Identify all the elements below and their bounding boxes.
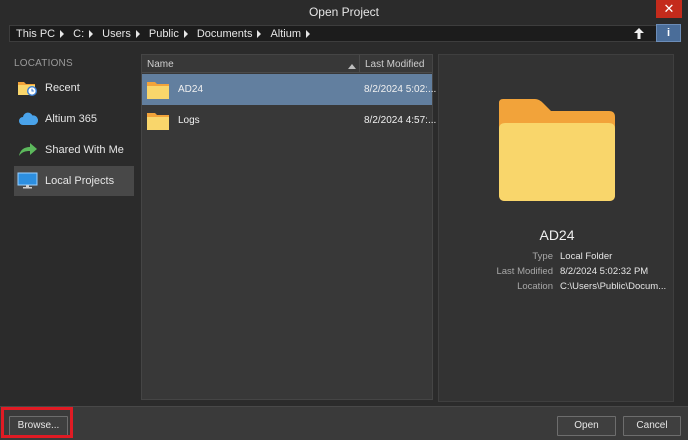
- sort-ascending-icon[interactable]: [348, 61, 356, 69]
- chevron-right-icon[interactable]: [256, 30, 262, 38]
- file-modified: 8/2/2024 5:02:...: [364, 84, 437, 95]
- chevron-right-icon[interactable]: [183, 30, 189, 38]
- title-bar: Open Project ✕: [0, 0, 688, 24]
- info-button[interactable]: i: [656, 24, 681, 42]
- window-title: Open Project: [308, 5, 380, 19]
- sidebar-item-local-projects[interactable]: Local Projects: [14, 166, 134, 196]
- preview-type-value: Local Folder: [560, 251, 613, 262]
- sidebar-item-label: Recent: [45, 82, 80, 94]
- highlight-annotation: [1, 407, 73, 438]
- sidebar-item-label: Local Projects: [45, 175, 115, 187]
- folder-icon: [146, 111, 170, 131]
- folder-preview-icon: [497, 99, 617, 201]
- sidebar-item-label: Shared With Me: [45, 144, 124, 156]
- close-button[interactable]: ✕: [656, 0, 682, 18]
- file-name: Logs: [178, 115, 200, 126]
- preview-location-value: C:\Users\Public\Docum...: [560, 281, 667, 292]
- chevron-right-icon[interactable]: [88, 30, 94, 38]
- locations-sidebar: LOCATIONS Recent Altium 365 Shared With …: [9, 50, 137, 400]
- file-list[interactable]: Name Last Modified AD24 8/2/2024 5:02:..…: [141, 54, 436, 400]
- monitor-icon: [17, 172, 39, 190]
- breadcrumb-item-public[interactable]: Public: [149, 28, 179, 40]
- sidebar-item-altium-365[interactable]: Altium 365: [14, 104, 134, 134]
- breadcrumb-item-users[interactable]: Users: [102, 28, 131, 40]
- arrow-up-icon[interactable]: [630, 26, 648, 41]
- preview-pane: AD24 Type Local Folder Last Modified 8/2…: [438, 54, 674, 402]
- preview-type-row: Type Local Folder: [439, 251, 675, 265]
- file-list-header: Name Last Modified: [142, 55, 432, 73]
- folder-icon: [146, 80, 170, 100]
- column-header-name[interactable]: Name: [147, 59, 174, 70]
- preview-modified-label: Last Modified: [496, 266, 553, 277]
- preview-modified-value: 8/2/2024 5:02:32 PM: [560, 266, 649, 277]
- sidebar-item-label: Altium 365: [45, 113, 97, 125]
- preview-location-label: Location: [517, 281, 553, 292]
- open-button[interactable]: Open: [557, 416, 616, 436]
- column-separator[interactable]: [359, 55, 360, 73]
- sidebar-item-recent[interactable]: Recent: [14, 73, 134, 103]
- column-header-last-modified[interactable]: Last Modified: [365, 59, 424, 70]
- preview-type-label: Type: [532, 251, 553, 262]
- breadcrumb-item-altium[interactable]: Altium: [270, 28, 301, 40]
- breadcrumb: This PC C: Users Public Documents Altium: [16, 27, 319, 41]
- locations-heading: LOCATIONS: [14, 58, 73, 69]
- table-row[interactable]: Logs 8/2/2024 4:57:...: [142, 105, 436, 136]
- share-arrow-icon: [17, 141, 39, 159]
- breadcrumb-item-c-drive[interactable]: C:: [73, 28, 84, 40]
- cloud-icon: [17, 110, 39, 128]
- breadcrumb-item-documents[interactable]: Documents: [197, 28, 253, 40]
- recent-folder-icon: [17, 79, 39, 97]
- dialog-footer: Browse... Open Cancel: [0, 406, 688, 440]
- preview-item-name: AD24: [539, 227, 575, 243]
- cancel-button[interactable]: Cancel: [623, 416, 681, 436]
- preview-location-row: Location C:\Users\Public\Docum...: [439, 281, 675, 295]
- chevron-right-icon[interactable]: [305, 30, 311, 38]
- file-modified: 8/2/2024 4:57:...: [364, 115, 437, 126]
- preview-modified-row: Last Modified 8/2/2024 5:02:32 PM: [439, 266, 675, 280]
- address-bar[interactable]: This PC C: Users Public Documents Altium: [9, 25, 681, 42]
- chevron-right-icon[interactable]: [59, 30, 65, 38]
- sidebar-item-shared-with-me[interactable]: Shared With Me: [14, 135, 134, 165]
- file-name: AD24: [178, 84, 204, 95]
- table-row[interactable]: AD24 8/2/2024 5:02:...: [142, 74, 436, 105]
- breadcrumb-item-this-pc[interactable]: This PC: [16, 28, 55, 40]
- chevron-right-icon[interactable]: [135, 30, 141, 38]
